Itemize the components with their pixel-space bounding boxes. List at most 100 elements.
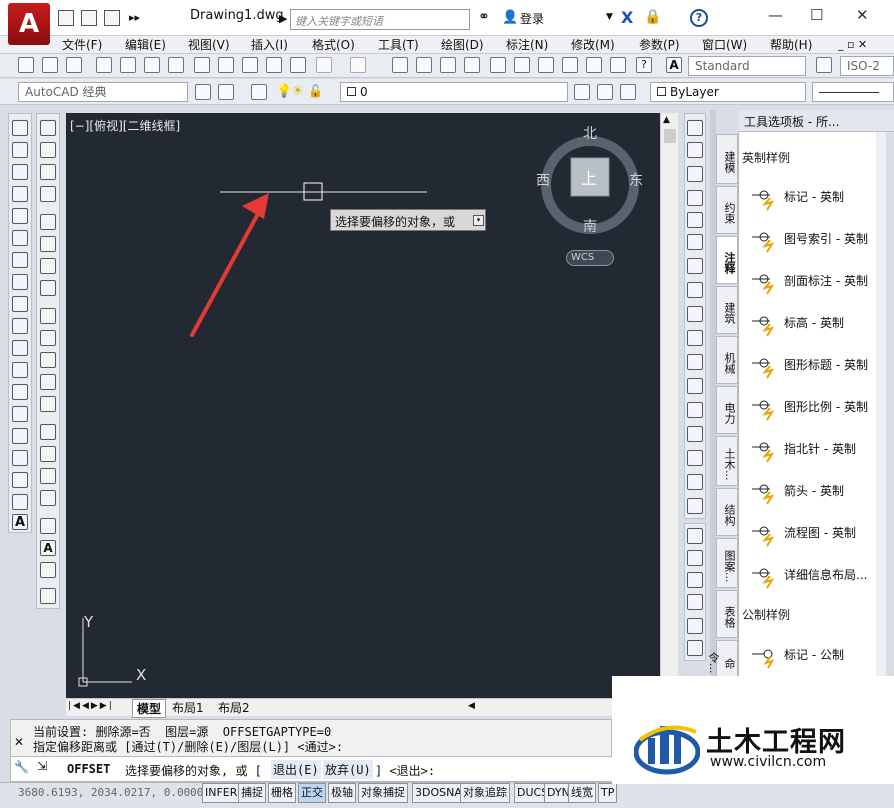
- gear-icon[interactable]: [195, 84, 211, 100]
- layer-states-icon[interactable]: [620, 84, 636, 100]
- chamfer-icon[interactable]: [40, 424, 56, 440]
- tooltip-dropdown-icon[interactable]: ▾: [473, 215, 484, 226]
- status-infer[interactable]: INFER: [202, 783, 241, 803]
- blend-icon[interactable]: [40, 468, 56, 484]
- extend-icon[interactable]: [40, 352, 56, 368]
- make-block-icon[interactable]: [12, 384, 28, 400]
- menu-format[interactable]: 格式(O): [312, 36, 355, 54]
- viewcube-top-label[interactable]: 上: [581, 165, 597, 189]
- palette-item[interactable]: 标记 - 公制: [750, 637, 880, 671]
- region-icon[interactable]: [12, 472, 28, 488]
- app-logo-button[interactable]: A: [8, 3, 50, 45]
- publish-icon[interactable]: [144, 57, 160, 73]
- table-icon[interactable]: [12, 494, 28, 510]
- 3dprint-icon[interactable]: [168, 57, 184, 73]
- command-input[interactable]: OFFSET 选择要偏移的对象, 或 [ 退出(E) 放弃(U) ] <退出>:: [11, 756, 613, 781]
- break-icon[interactable]: [40, 374, 56, 390]
- tolerance-icon[interactable]: [687, 426, 703, 442]
- doc-window-controls[interactable]: _ ▫ ✕: [838, 36, 867, 54]
- design-center-icon[interactable]: [514, 57, 530, 73]
- palette-tab-constraints[interactable]: 约束: [716, 186, 738, 234]
- arc-length-icon[interactable]: [687, 166, 703, 182]
- search-input[interactable]: 键入关键字或短语: [290, 9, 470, 30]
- calculator-icon[interactable]: [610, 57, 626, 73]
- join-icon[interactable]: [40, 396, 56, 412]
- open-icon[interactable]: [42, 57, 58, 73]
- revcloud-icon[interactable]: [12, 274, 28, 290]
- jogged-linear-icon[interactable]: [687, 498, 703, 514]
- gradient-icon[interactable]: [12, 450, 28, 466]
- aligned-dim-icon[interactable]: [687, 142, 703, 158]
- match-icon[interactable]: [40, 588, 56, 604]
- explode-icon[interactable]: [40, 490, 56, 506]
- menu-file[interactable]: 文件(F): [62, 36, 102, 54]
- menu-tools[interactable]: 工具(T): [378, 36, 419, 54]
- dim-style-select[interactable]: ISO-2: [840, 56, 894, 76]
- scroll-thumb[interactable]: [664, 129, 676, 143]
- menu-modify[interactable]: 修改(M): [571, 36, 615, 54]
- layer-select[interactable]: 0: [340, 82, 568, 102]
- angular-icon[interactable]: [687, 282, 703, 298]
- status-otrack[interactable]: 对象追踪: [460, 783, 510, 803]
- maximize-button[interactable]: ☐: [810, 6, 823, 24]
- status-lineweight[interactable]: 线宽: [568, 783, 596, 803]
- polygon-icon[interactable]: [12, 186, 28, 202]
- login-button[interactable]: 登录: [520, 10, 544, 27]
- fillet-icon[interactable]: [40, 446, 56, 462]
- redo-icon[interactable]: [350, 57, 366, 73]
- tab-nav-icons[interactable]: |◀◀▶▶|: [68, 701, 114, 711]
- trim-icon[interactable]: [40, 330, 56, 346]
- diameter-icon[interactable]: [687, 258, 703, 274]
- ellipse-arc-icon[interactable]: [12, 340, 28, 356]
- quick-dim-icon[interactable]: [687, 306, 703, 322]
- erase-icon[interactable]: [40, 120, 56, 136]
- stretch-icon[interactable]: [40, 308, 56, 324]
- zoom-realtime-icon[interactable]: [416, 57, 432, 73]
- palette-item[interactable]: 标高 - 英制: [750, 305, 880, 339]
- array-icon[interactable]: [40, 214, 56, 230]
- close-button[interactable]: ✕: [856, 6, 869, 24]
- status-osnap[interactable]: 对象捕捉: [358, 783, 408, 803]
- vertical-scrollbar[interactable]: ▲: [660, 113, 678, 698]
- menu-window[interactable]: 窗口(W): [702, 36, 747, 54]
- save-icon[interactable]: [66, 57, 82, 73]
- bring-above-icon[interactable]: [687, 572, 703, 588]
- viewcube-south[interactable]: 南: [583, 216, 597, 236]
- palette-item[interactable]: 流程图 - 英制: [750, 515, 880, 549]
- rotate-icon[interactable]: [40, 258, 56, 274]
- palette-tab-structural[interactable]: 结构: [716, 488, 738, 536]
- scale-icon[interactable]: [40, 280, 56, 296]
- status-tp[interactable]: TP: [598, 783, 618, 803]
- insert-block-icon[interactable]: [12, 362, 28, 378]
- command-option-exit[interactable]: 退出(E): [271, 760, 321, 779]
- offset-icon[interactable]: [40, 186, 56, 202]
- color-select[interactable]: ByLayer: [650, 82, 806, 102]
- menu-draw[interactable]: 绘图(D): [441, 36, 484, 54]
- palette-item[interactable]: 图形比例 - 英制: [750, 389, 880, 423]
- palette-item[interactable]: 剖面标注 - 英制: [750, 263, 880, 297]
- match-properties-icon[interactable]: [266, 57, 282, 73]
- recent-commands-icon[interactable]: ⇲: [37, 759, 47, 773]
- palette-tab-tables[interactable]: 表格: [716, 590, 738, 638]
- arc-icon[interactable]: [12, 230, 28, 246]
- binoculars-icon[interactable]: ⚭: [478, 9, 490, 25]
- radius-icon[interactable]: [687, 212, 703, 228]
- lock-icon[interactable]: 🔒: [644, 9, 661, 25]
- menu-dimension[interactable]: 标注(N): [506, 36, 548, 54]
- palette-item[interactable]: 箭头 - 英制: [750, 473, 880, 507]
- bulb-icon[interactable]: 💡: [276, 84, 292, 99]
- palette-item[interactable]: 指北针 - 英制: [750, 431, 880, 465]
- palette-tab-mechanical[interactable]: 机械: [716, 336, 738, 384]
- palette-tab-modeling[interactable]: 建模: [716, 134, 738, 184]
- mtext-icon[interactable]: A: [12, 514, 28, 530]
- zoom-previous-icon[interactable]: [464, 57, 480, 73]
- drawing-canvas[interactable]: [66, 113, 660, 698]
- edit-text-icon[interactable]: [40, 518, 56, 534]
- copy-icon[interactable]: [218, 57, 234, 73]
- palette-item[interactable]: 图形标题 - 英制: [750, 347, 880, 381]
- palette-tab-civil[interactable]: 土木...: [716, 436, 738, 486]
- preview-icon[interactable]: [120, 57, 136, 73]
- copy-object-icon[interactable]: [40, 142, 56, 158]
- text-style-select[interactable]: Standard: [688, 56, 806, 76]
- exchange-icon[interactable]: X: [621, 8, 633, 27]
